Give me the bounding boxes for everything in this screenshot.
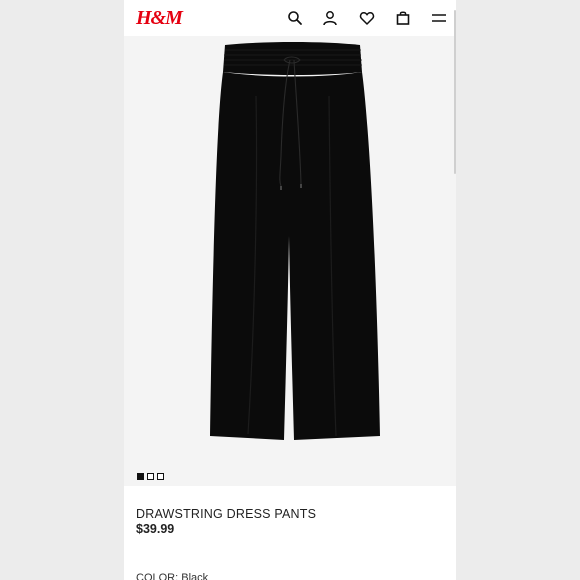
left-backdrop (0, 0, 124, 580)
pagination-dot[interactable] (147, 473, 154, 480)
menu-icon[interactable] (430, 9, 448, 27)
product-price: $39.99 (136, 522, 175, 536)
image-pagination (137, 473, 164, 480)
color-value: Black (181, 572, 209, 580)
product-page: H&M DRAWSTRING DRESS PANTS $39.99 COLOR:… (124, 0, 456, 580)
account-icon[interactable] (321, 9, 339, 27)
pagination-dot[interactable] (157, 473, 164, 480)
right-backdrop (456, 0, 580, 580)
pagination-dot[interactable] (137, 473, 144, 480)
bag-icon[interactable] (394, 9, 412, 27)
pants-illustration (210, 42, 380, 440)
brand-logo[interactable]: H&M (136, 7, 183, 30)
product-color: COLOR: Black (136, 572, 208, 580)
color-label: COLOR: (136, 572, 179, 580)
search-icon[interactable] (286, 9, 304, 27)
product-image[interactable] (124, 36, 456, 486)
product-title: DRAWSTRING DRESS PANTS (136, 507, 317, 521)
scrollbar[interactable] (454, 10, 456, 174)
favorites-icon[interactable] (358, 9, 376, 27)
